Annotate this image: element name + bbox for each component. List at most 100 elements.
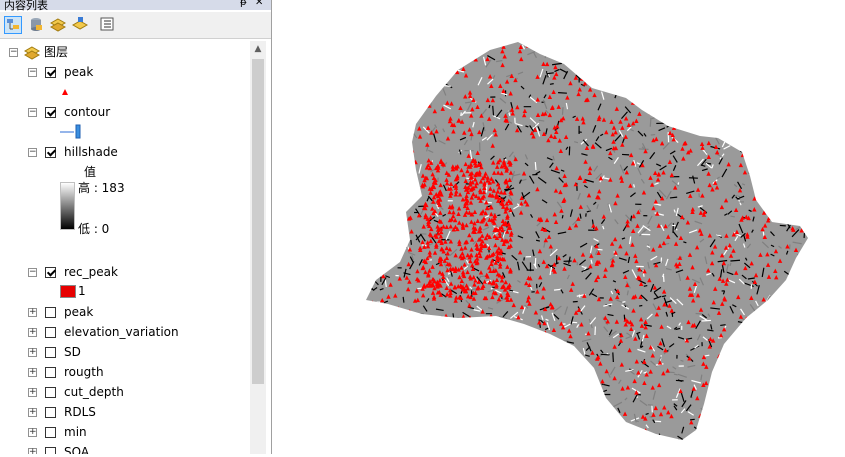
peak-marker [381,208,385,212]
hillshade-stroke [431,98,432,107]
options-button[interactable] [99,16,117,34]
peak-marker [663,80,667,84]
layer-visibility-checkbox[interactable] [45,347,56,358]
list-by-selection-button[interactable] [72,16,90,34]
layer-row-contour[interactable]: − contour [0,103,250,121]
layer-visibility-checkbox[interactable] [45,307,56,318]
peak-marker [578,415,582,419]
expand-icon[interactable]: + [28,408,37,417]
hillshade-stroke [568,443,571,449]
peak-marker [363,361,367,365]
collapse-icon[interactable]: − [28,268,37,277]
peak-marker [455,329,459,333]
collapse-icon[interactable]: − [28,148,37,157]
hillshade-stroke [560,366,563,375]
layer-row-sd[interactable]: + SD [0,343,250,361]
layer-row-elevation-variation[interactable]: + elevation_variation [0,323,250,341]
layer-visibility-checkbox[interactable] [45,367,56,378]
layer-visibility-checkbox[interactable] [45,447,56,454]
scroll-up-arrow-icon[interactable]: ▲ [250,41,266,57]
peak-marker [804,98,808,102]
hillshade-stroke [541,430,550,431]
expand-icon[interactable]: + [28,368,37,377]
hillshade-stroke [363,166,370,169]
layer-visibility-checkbox[interactable] [45,147,56,158]
layer-row-soa[interactable]: + SOA [0,443,250,454]
hillshade-stroke [472,445,481,448]
hillshade-stroke [644,286,647,287]
layer-row-min[interactable]: + min [0,423,250,441]
layer-visibility-checkbox[interactable] [45,267,56,278]
peak-marker [720,398,724,402]
peak-marker [462,399,466,403]
expand-icon[interactable]: + [28,328,37,337]
layer-visibility-checkbox[interactable] [45,387,56,398]
collapse-icon[interactable]: − [28,68,37,77]
layer-visibility-checkbox[interactable] [45,327,56,338]
list-by-drawing-order-button[interactable] [4,16,22,34]
list-by-visibility-button[interactable] [50,16,68,34]
hillshade-stroke [790,381,794,388]
close-icon[interactable]: ✕ [255,0,263,8]
layer-row-cut-depth[interactable]: + cut_depth [0,383,250,401]
peak-marker [723,362,727,366]
hillshade-stroke [449,340,454,341]
expand-icon[interactable]: + [28,308,37,317]
peak-marker [369,392,373,396]
peak-marker [790,110,794,114]
hillshade-stroke [390,351,395,359]
hillshade-stroke [789,378,794,380]
layer-row-rdls[interactable]: + RDLS [0,403,250,421]
peak-marker [363,246,367,250]
hillshade-stroke [766,135,772,142]
hillshade-stroke [727,411,732,419]
expand-icon[interactable]: + [28,348,37,357]
hillshade-stroke [665,101,668,107]
hillshade-stroke [716,395,719,397]
peak-marker [771,145,775,149]
layer-visibility-checkbox[interactable] [45,407,56,418]
peak-marker [380,113,384,117]
layer-row-peak[interactable]: − peak [0,63,250,81]
expand-icon[interactable]: + [28,388,37,397]
layer-row-rougth[interactable]: + rougth [0,363,250,381]
layer-row-hillshade[interactable]: − hillshade [0,143,250,161]
hillshade-stroke [384,149,385,155]
layer-visibility-checkbox[interactable] [45,107,56,118]
map-canvas[interactable] [272,0,845,454]
hillshade-stroke [368,365,374,372]
peak-marker [523,400,527,404]
peak-marker [360,400,364,404]
hillshade-stroke [367,338,370,339]
layer-row-rec-peak[interactable]: − rec_peak [0,263,250,281]
peak-marker [365,106,369,110]
peak-marker [380,440,384,444]
hillshade-stroke [607,88,612,89]
expand-icon[interactable]: + [28,448,37,454]
peak-marker [809,263,813,267]
peak-marker [361,101,365,105]
toc-vertical-scrollbar[interactable]: ▲ [250,41,266,454]
peak-marker [506,409,510,413]
peak-marker [612,434,616,438]
layer-row-peak-2[interactable]: + peak [0,303,250,321]
peak-marker [795,93,799,97]
layer-visibility-checkbox[interactable] [45,427,56,438]
scrollbar-thumb[interactable] [252,59,264,384]
pin-icon[interactable]: ᵽ [240,0,247,8]
collapse-icon[interactable]: − [28,108,37,117]
layer-visibility-checkbox[interactable] [45,67,56,78]
hillshade-stroke [787,289,790,294]
map-view[interactable] [272,0,845,454]
peak-marker [581,357,585,361]
hillshade-stroke [406,333,410,340]
list-by-source-button[interactable] [28,16,46,34]
collapse-icon[interactable]: − [9,48,18,57]
expand-icon[interactable]: + [28,428,37,437]
hillshade-stroke [765,74,766,80]
hillshade-stroke [790,61,798,63]
layers-root-row[interactable]: − 图层 [0,43,250,61]
hillshade-stroke [375,145,378,149]
hillshade-stroke [716,419,722,425]
peak-marker [774,294,778,298]
